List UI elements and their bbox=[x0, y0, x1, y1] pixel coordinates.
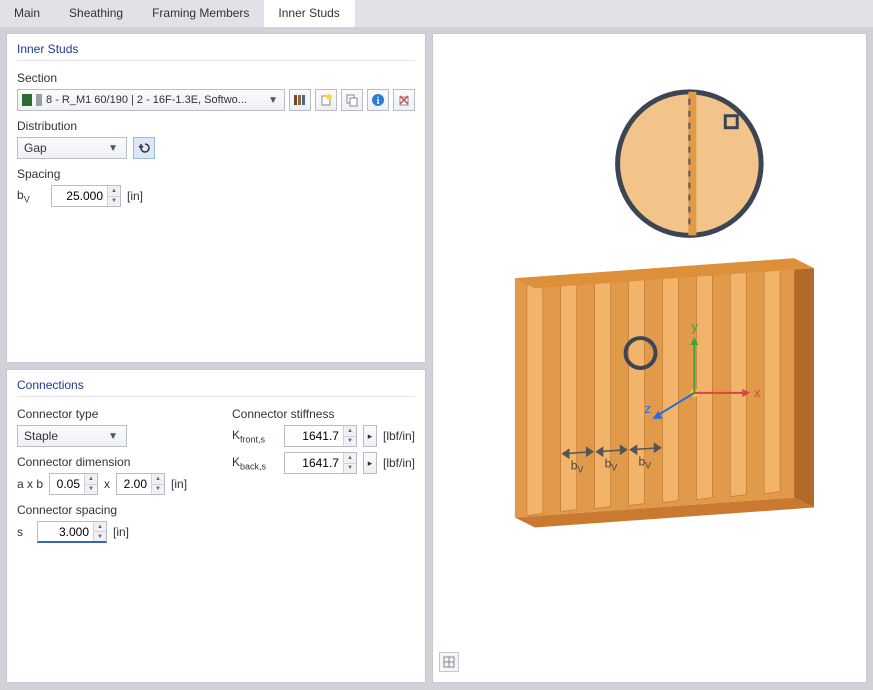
dim-a-input[interactable]: ▲▼ bbox=[49, 473, 98, 495]
spin-down[interactable]: ▼ bbox=[344, 437, 356, 447]
spin-up[interactable]: ▲ bbox=[94, 522, 106, 532]
spin-down[interactable]: ▼ bbox=[108, 197, 120, 207]
axis-z-label: z bbox=[645, 401, 651, 416]
reset-icon bbox=[137, 141, 151, 155]
spin-down[interactable]: ▼ bbox=[152, 485, 164, 495]
new-button[interactable] bbox=[315, 89, 337, 111]
view-options-icon bbox=[443, 656, 455, 668]
svg-text:i: i bbox=[377, 96, 380, 107]
reset-button[interactable] bbox=[133, 137, 155, 159]
conn-spacing-input[interactable]: ▲▼ bbox=[37, 521, 107, 543]
spacing-value-field[interactable] bbox=[52, 186, 107, 206]
conn-spacing-var: s bbox=[17, 525, 31, 539]
dim-b-field[interactable] bbox=[117, 474, 151, 494]
distribution-dropdown[interactable]: Gap ▼ bbox=[17, 137, 127, 159]
connector-type-dropdown[interactable]: Staple ▼ bbox=[17, 425, 127, 447]
inner-studs-title: Inner Studs bbox=[17, 42, 415, 61]
k-back-arrow[interactable]: ▸ bbox=[363, 452, 377, 474]
connector-type-label: Connector type bbox=[17, 407, 192, 421]
copy-button[interactable] bbox=[341, 89, 363, 111]
spacing-var: bV bbox=[17, 188, 45, 204]
inner-studs-panel: Inner Studs Section 8 - R_M1 60/190 | 2 … bbox=[6, 33, 426, 363]
axis-y-label: y bbox=[691, 319, 698, 334]
spin-down[interactable]: ▼ bbox=[344, 464, 356, 474]
distribution-value: Gap bbox=[24, 141, 47, 155]
tab-bar: Main Sheathing Framing Members Inner Stu… bbox=[0, 0, 873, 27]
new-icon bbox=[319, 93, 333, 107]
axis-x-label: x bbox=[754, 385, 761, 400]
dim-unit: [in] bbox=[171, 477, 187, 491]
section-value: 8 - R_M1 60/190 | 2 - 16F-1.3E, Softwo..… bbox=[46, 94, 262, 106]
k-front-arrow[interactable]: ▸ bbox=[363, 425, 377, 447]
k-front-input[interactable]: ▲▼ bbox=[284, 425, 357, 447]
delete-button[interactable] bbox=[393, 89, 415, 111]
delete-icon bbox=[397, 93, 411, 107]
dim-x: x bbox=[104, 477, 110, 491]
section-swatch-1 bbox=[22, 94, 32, 106]
k-front-field[interactable] bbox=[285, 426, 343, 446]
stiffness-label: Connector stiffness bbox=[232, 407, 415, 421]
preview-viewport[interactable]: y x z bbox=[432, 33, 867, 683]
library-icon bbox=[293, 93, 307, 107]
chevron-down-icon: ▼ bbox=[106, 431, 120, 442]
dim-prefix: a x b bbox=[17, 477, 43, 491]
info-button[interactable]: i bbox=[367, 89, 389, 111]
view-options-button[interactable] bbox=[439, 652, 459, 672]
spin-up[interactable]: ▲ bbox=[152, 474, 164, 485]
library-button[interactable] bbox=[289, 89, 311, 111]
k-back-field[interactable] bbox=[285, 453, 343, 473]
spacing-input[interactable]: ▲▼ bbox=[51, 185, 121, 207]
conn-spacing-unit: [in] bbox=[113, 525, 129, 539]
k-back-input[interactable]: ▲▼ bbox=[284, 452, 357, 474]
spin-up[interactable]: ▲ bbox=[85, 474, 97, 485]
k-back-label: Kback,s bbox=[232, 455, 278, 471]
conn-spacing-field[interactable] bbox=[38, 522, 93, 541]
spin-up[interactable]: ▲ bbox=[108, 186, 120, 197]
info-icon: i bbox=[371, 93, 385, 107]
tab-sheathing[interactable]: Sheathing bbox=[55, 0, 138, 27]
dim-b-input[interactable]: ▲▼ bbox=[116, 473, 165, 495]
spin-up[interactable]: ▲ bbox=[344, 453, 356, 464]
connector-type-value: Staple bbox=[24, 429, 58, 443]
spin-up[interactable]: ▲ bbox=[344, 426, 356, 437]
spin-down[interactable]: ▼ bbox=[85, 485, 97, 495]
section-swatch-2 bbox=[36, 94, 42, 106]
spacing-label: Spacing bbox=[17, 167, 415, 181]
connector-spacing-label: Connector spacing bbox=[17, 503, 192, 517]
k-back-unit: [lbf/in] bbox=[383, 456, 415, 470]
connections-panel: Connections Connector type Staple ▼ Conn… bbox=[6, 369, 426, 683]
dim-a-field[interactable] bbox=[50, 474, 84, 494]
copy-icon bbox=[345, 93, 359, 107]
chevron-down-icon: ▼ bbox=[106, 143, 120, 154]
k-front-unit: [lbf/in] bbox=[383, 429, 415, 443]
spin-down[interactable]: ▼ bbox=[94, 532, 106, 541]
tab-main[interactable]: Main bbox=[0, 0, 55, 27]
section-dropdown[interactable]: 8 - R_M1 60/190 | 2 - 16F-1.3E, Softwo..… bbox=[17, 89, 285, 111]
k-front-label: Kfront,s bbox=[232, 428, 278, 444]
tab-framing-members[interactable]: Framing Members bbox=[138, 0, 264, 27]
section-label: Section bbox=[17, 71, 415, 85]
tab-inner-studs[interactable]: Inner Studs bbox=[264, 0, 354, 27]
connector-dimension-label: Connector dimension bbox=[17, 455, 192, 469]
wall-diagram: y x z bbox=[433, 34, 866, 682]
chevron-down-icon: ▼ bbox=[266, 95, 280, 106]
spacing-unit: [in] bbox=[127, 189, 143, 203]
connections-title: Connections bbox=[17, 378, 415, 397]
distribution-label: Distribution bbox=[17, 119, 415, 133]
